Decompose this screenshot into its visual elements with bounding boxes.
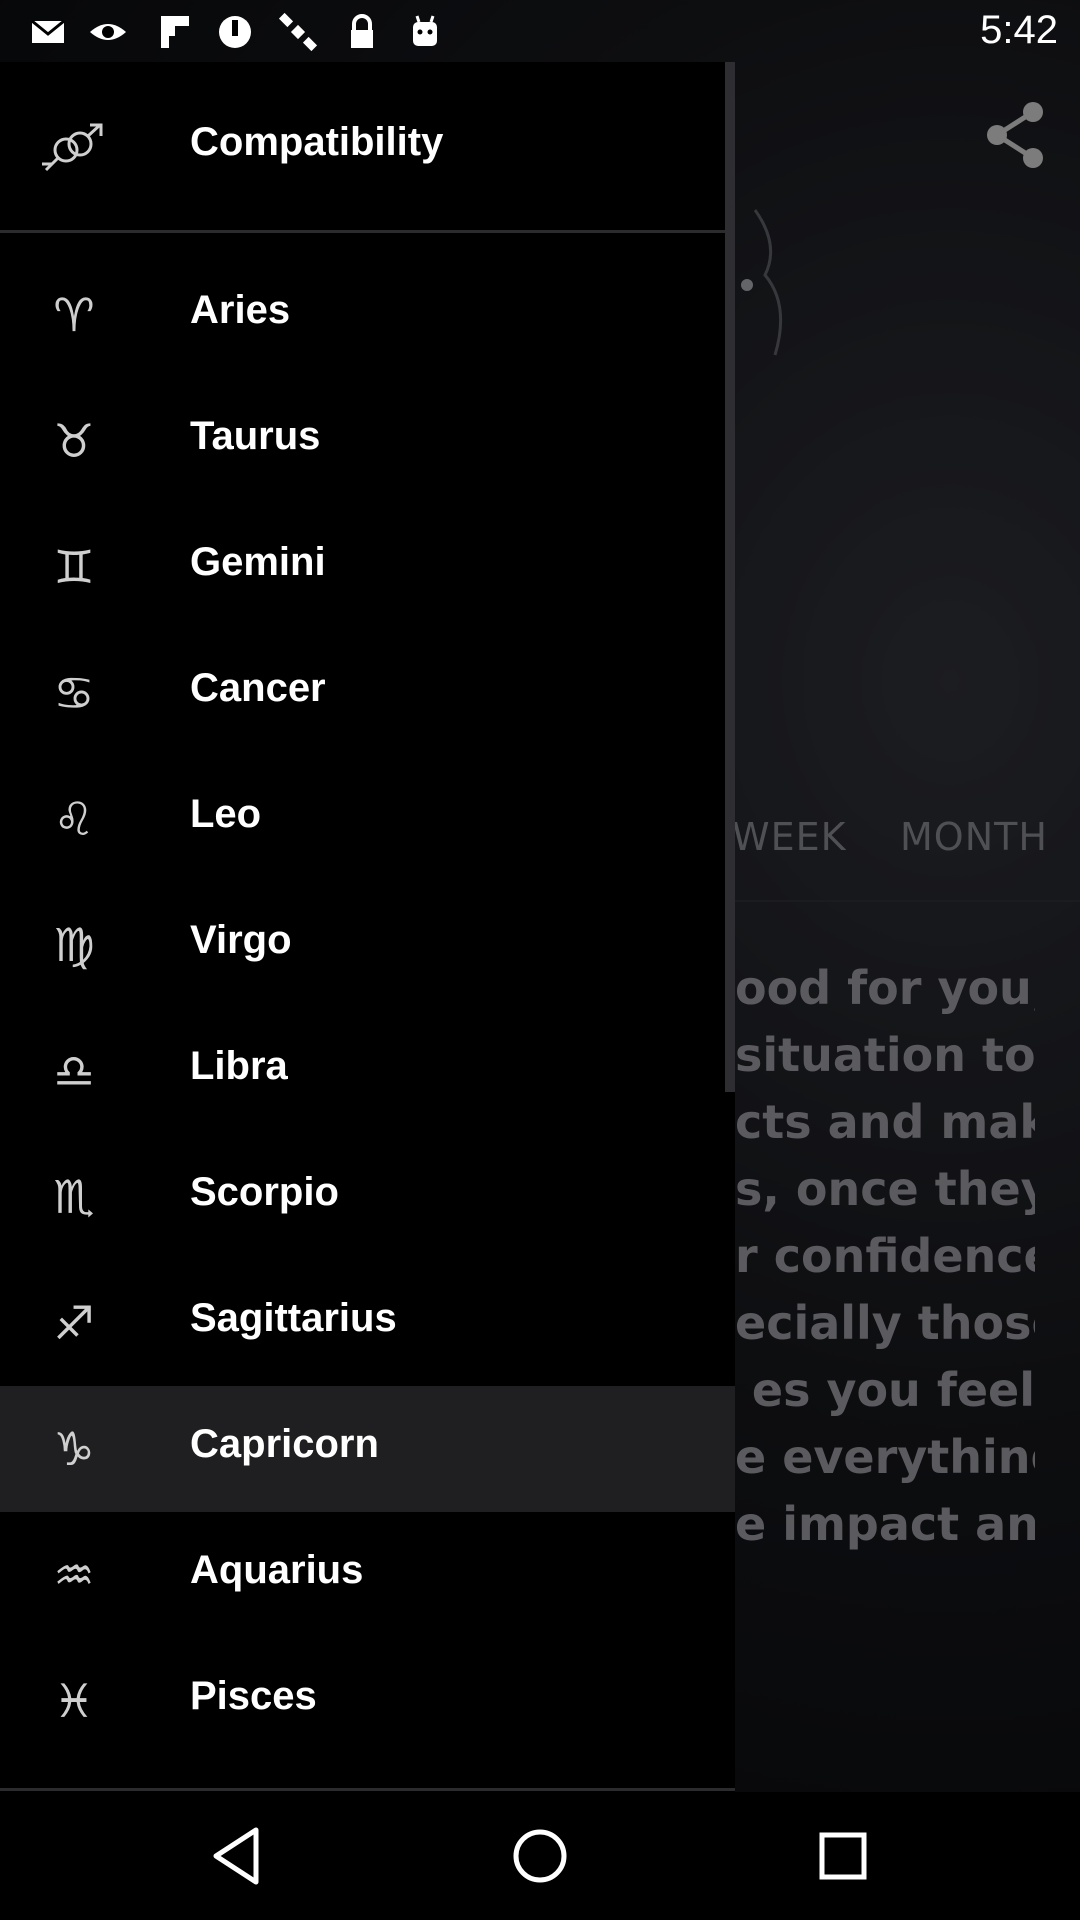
mail-icon — [31, 19, 65, 43]
home-icon[interactable] — [500, 1816, 580, 1896]
drawer-item-label: Scorpio — [190, 1170, 339, 1214]
taurus-icon: ♉ — [53, 414, 95, 468]
drawer-item-label: Gemini — [190, 540, 326, 584]
drawer-item-label: Cancer — [190, 666, 326, 710]
navigation-drawer: Compatibility ♈ Aries ♉ Taurus ♊ Gemini … — [0, 62, 735, 1792]
gemini-icon: ♊ — [53, 540, 95, 594]
navigation-bar — [0, 1792, 1080, 1920]
drawer-item-label: Aries — [190, 288, 291, 332]
drawer-item-sagittarius[interactable]: ♐ Sagittarius — [0, 1260, 735, 1386]
drawer-item-label: Capricorn — [190, 1422, 379, 1466]
drawer-item-label: Leo — [190, 792, 262, 836]
satellite-icon — [278, 12, 318, 52]
drawer-item-label: Sagittarius — [190, 1296, 397, 1340]
scorpio-icon: ♏ — [53, 1170, 95, 1224]
pisces-icon: ♓ — [53, 1674, 95, 1728]
android-icon — [413, 15, 437, 46]
drawer-item-gemini[interactable]: ♊ Gemini — [0, 504, 735, 630]
flipboard-icon — [161, 16, 189, 48]
eye-icon — [90, 24, 126, 40]
back-icon[interactable] — [198, 1816, 278, 1896]
drawer-item-label: Taurus — [190, 414, 321, 458]
compatibility-icon — [42, 123, 103, 172]
lock-icon — [351, 14, 373, 48]
leo-icon: ♌ — [53, 792, 95, 846]
drawer-item-label: Pisces — [190, 1674, 317, 1718]
drawer-item-leo[interactable]: ♌ Leo — [0, 756, 735, 882]
drawer-item-aries[interactable]: ♈ Aries — [0, 252, 735, 378]
libra-icon: ♎ — [53, 1044, 95, 1098]
drawer-item-label: Virgo — [190, 918, 292, 962]
drawer-item-virgo[interactable]: ♍ Virgo — [0, 882, 735, 1008]
aquarius-icon: ♒ — [53, 1548, 95, 1602]
virgo-icon: ♍ — [53, 918, 95, 972]
divider — [0, 230, 735, 233]
status-bar: 5:42 — [0, 0, 1080, 62]
recents-icon[interactable] — [803, 1816, 883, 1896]
drawer-item-cancer[interactable]: ♋ Cancer — [0, 630, 735, 756]
drawer-item-libra[interactable]: ♎ Libra — [0, 1008, 735, 1134]
drawer-item-label: Compatibility — [190, 120, 444, 164]
aries-icon: ♈ — [53, 288, 95, 342]
sagittarius-icon: ♐ — [53, 1296, 95, 1350]
drawer-item-pisces[interactable]: ♓ Pisces — [0, 1638, 735, 1764]
drawer-item-aquarius[interactable]: ♒ Aquarius — [0, 1512, 735, 1638]
drawer-item-capricorn[interactable]: ♑ Capricorn — [0, 1386, 735, 1512]
dnd-icon — [219, 16, 251, 48]
clock: 5:42 — [980, 8, 1058, 52]
drawer-scrollbar[interactable] — [725, 62, 735, 1092]
divider — [0, 1788, 735, 1791]
cancer-icon: ♋ — [53, 666, 95, 720]
drawer-item-label: Libra — [190, 1044, 288, 1088]
drawer-item-scorpio[interactable]: ♏ Scorpio — [0, 1134, 735, 1260]
drawer-item-compatibility[interactable]: Compatibility — [0, 84, 735, 210]
drawer-item-taurus[interactable]: ♉ Taurus — [0, 378, 735, 504]
drawer-item-label: Aquarius — [190, 1548, 364, 1592]
capricorn-icon: ♑ — [53, 1422, 95, 1476]
